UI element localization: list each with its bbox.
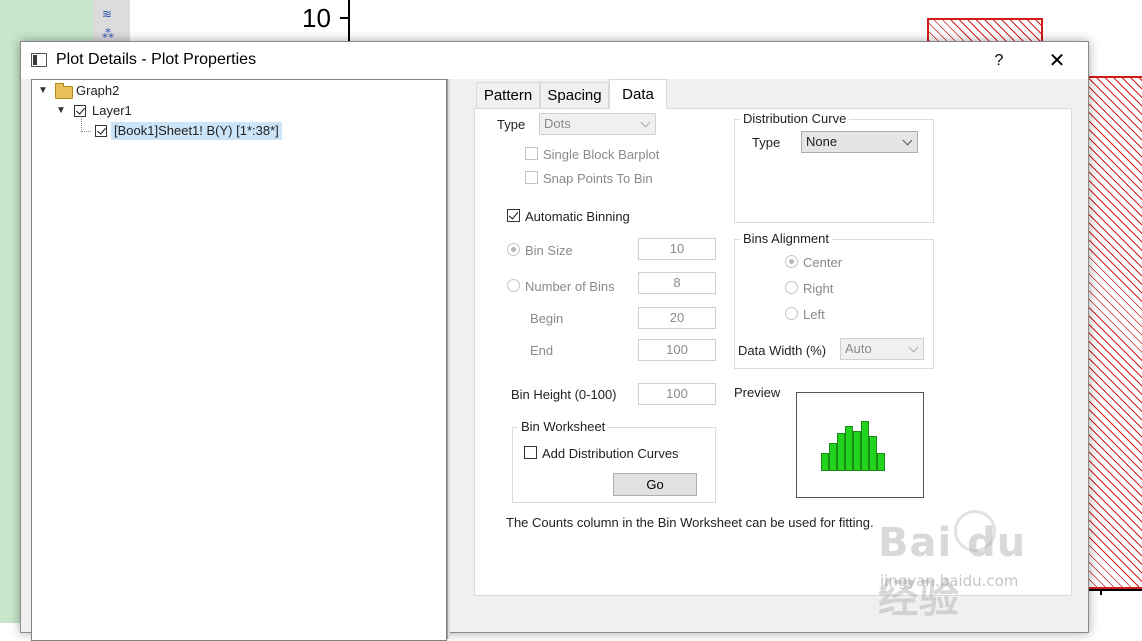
single-block-barplot-label: Single Block Barplot: [543, 147, 660, 162]
preview-label: Preview: [734, 385, 781, 400]
preview-bar: [877, 453, 885, 471]
tab-spacing[interactable]: Spacing: [540, 82, 609, 108]
layer-checkbox[interactable]: [74, 105, 86, 117]
bin-size-field[interactable]: 10: [638, 238, 716, 260]
number-of-bins-label: Number of Bins: [525, 279, 615, 294]
help-button[interactable]: ?: [981, 47, 1017, 75]
type-select-value: Dots: [544, 116, 571, 131]
align-right-radio[interactable]: [785, 281, 798, 294]
preview-bar: [861, 421, 869, 471]
chevron-down-icon: [908, 342, 919, 353]
distribution-curve-title: Distribution Curve: [740, 111, 850, 126]
watermark: Bai du 经验 jingyan.baidu.com: [872, 510, 1082, 622]
tool-icon[interactable]: ⁂: [102, 28, 120, 40]
distribution-type-label: Type: [752, 135, 781, 150]
automatic-binning-label: Automatic Binning: [525, 209, 630, 224]
align-right-label: Right: [803, 281, 834, 296]
data-width-select[interactable]: Auto: [840, 338, 924, 360]
distribution-type-select[interactable]: None: [801, 131, 918, 153]
background-toolbar: ≋ ⁂: [93, 0, 131, 42]
preview-bar: [829, 443, 837, 471]
snap-points-label: Snap Points To Bin: [543, 171, 653, 186]
preview-bar: [853, 431, 861, 471]
tool-icon[interactable]: ≋: [102, 8, 120, 20]
dialog-title: Plot Details - Plot Properties: [56, 51, 257, 68]
preview-bar: [837, 433, 845, 471]
align-left-radio[interactable]: [785, 307, 798, 320]
bin-height-field[interactable]: 100: [638, 383, 716, 405]
add-distribution-curves-checkbox[interactable]: [524, 446, 537, 459]
data-width-value: Auto: [845, 341, 872, 356]
title-bar[interactable]: Plot Details - Plot Properties ? ✕: [21, 42, 1088, 79]
x-axis-line: [1087, 589, 1142, 591]
folder-icon: [55, 83, 73, 99]
data-width-label: Data Width (%): [738, 343, 827, 358]
bin-size-radio[interactable]: [507, 243, 520, 256]
chevron-down-icon: [640, 117, 651, 128]
y-axis-tick: [340, 17, 348, 19]
preview-bar: [821, 453, 829, 471]
histogram-bar: [1087, 76, 1142, 589]
chevron-down-icon: [902, 135, 913, 146]
preview-bar: [845, 426, 853, 471]
end-field[interactable]: 100: [638, 339, 716, 361]
begin-label: Begin: [530, 311, 564, 326]
tab-data[interactable]: Data: [609, 79, 667, 109]
snap-points-checkbox[interactable]: [525, 171, 538, 184]
type-select[interactable]: Dots: [539, 113, 656, 135]
tree-label-graph: Graph2: [76, 83, 120, 98]
distribution-type-value: None: [806, 134, 838, 149]
go-button[interactable]: Go: [613, 473, 697, 496]
y-axis-line: [348, 0, 350, 42]
type-label: Type: [497, 117, 526, 132]
tree-connector: [81, 131, 91, 132]
tab-pattern[interactable]: Pattern: [476, 82, 540, 108]
align-center-label: Center: [803, 255, 843, 270]
window-icon: [31, 53, 47, 67]
bin-height-label: Bin Height (0-100): [511, 387, 617, 402]
chevron-down-icon[interactable]: ▼: [38, 82, 48, 100]
bin-size-label: Bin Size: [525, 243, 573, 258]
number-of-bins-field[interactable]: 8: [638, 272, 716, 294]
single-block-barplot-checkbox[interactable]: [525, 147, 538, 160]
fitting-note: The Counts column in the Bin Worksheet c…: [506, 515, 874, 530]
plot-checkbox[interactable]: [95, 125, 107, 137]
y-axis-tick-label: 10: [302, 3, 331, 33]
close-button[interactable]: ✕: [1037, 47, 1077, 75]
watermark-url: jingyan.baidu.com: [880, 572, 1019, 590]
begin-field[interactable]: 20: [638, 307, 716, 329]
bins-alignment-title: Bins Alignment: [740, 231, 832, 246]
tree-label-plot: [Book1]Sheet1! B(Y) [1*:38*]: [111, 122, 282, 140]
automatic-binning-checkbox[interactable]: [507, 209, 520, 222]
add-distribution-curves-label: Add Distribution Curves: [542, 446, 679, 461]
x-axis-tick: [1100, 589, 1102, 595]
tree-connector: [81, 116, 82, 132]
number-of-bins-radio[interactable]: [507, 279, 520, 292]
end-label: End: [530, 343, 554, 358]
plot-tree: ▼ Graph2 ▼ Layer1 [Book1]Sheet1! B(Y) [1…: [31, 79, 447, 641]
chevron-down-icon[interactable]: ▼: [56, 102, 66, 120]
preview-bar: [869, 436, 877, 471]
bin-worksheet-title: Bin Worksheet: [518, 419, 609, 434]
align-left-label: Left: [803, 307, 825, 322]
align-center-radio[interactable]: [785, 255, 798, 268]
splitter[interactable]: [447, 79, 450, 639]
preview-image: [796, 392, 924, 498]
tree-label-layer: Layer1: [92, 103, 132, 118]
